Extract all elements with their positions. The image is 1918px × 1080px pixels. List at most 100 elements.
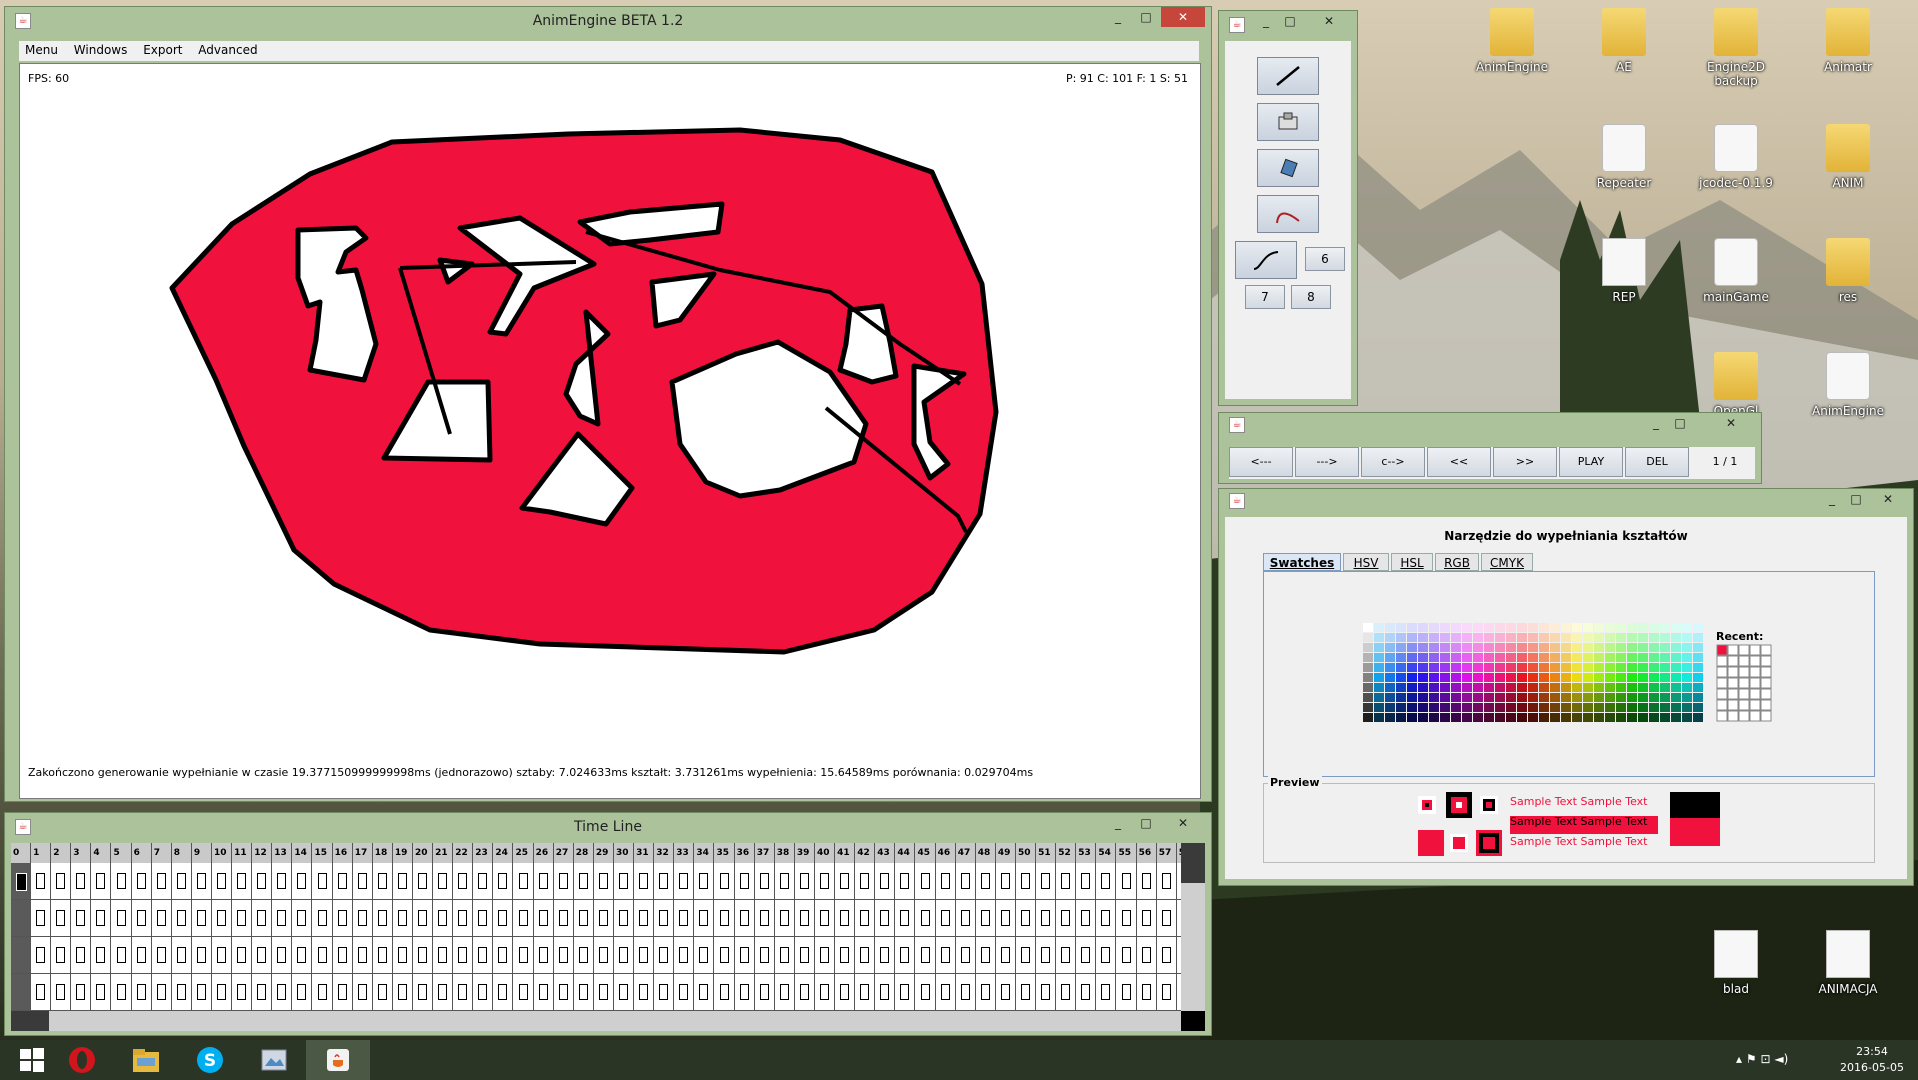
frame-cell[interactable]	[1036, 900, 1057, 936]
frame-cell[interactable]	[614, 900, 635, 936]
frame-cell[interactable]	[473, 937, 494, 973]
minimize-button[interactable]: _	[1105, 7, 1131, 27]
frame-cell[interactable]	[715, 937, 735, 973]
desktop-icon-ae[interactable]: AE	[1576, 8, 1672, 74]
swatch-cell[interactable]	[1583, 673, 1593, 682]
frame-cell[interactable]	[51, 900, 72, 936]
frame-cell[interactable]	[353, 974, 373, 1010]
frame-cell[interactable]	[735, 937, 755, 973]
swatch-cell[interactable]	[1363, 713, 1373, 722]
swatch-cell[interactable]	[1517, 693, 1527, 702]
frame-cell[interactable]	[192, 900, 212, 936]
frame-cell[interactable]	[252, 974, 273, 1010]
close-button[interactable]: ✕	[1161, 7, 1205, 27]
swatch-cell[interactable]	[1484, 643, 1494, 652]
swatch-cell[interactable]	[1550, 713, 1560, 722]
swatch-cell[interactable]	[1594, 653, 1604, 662]
swatch-cell[interactable]	[1506, 673, 1516, 682]
frame-cell[interactable]	[11, 863, 32, 899]
swatch-cell[interactable]	[1385, 643, 1395, 652]
swatch-cell[interactable]	[1583, 653, 1593, 662]
swatch-cell[interactable]	[1517, 643, 1527, 652]
swatch-cell[interactable]	[1561, 683, 1571, 692]
frame-cell[interactable]	[453, 937, 474, 973]
swatch-cell[interactable]	[1660, 663, 1670, 672]
delete-button[interactable]: DEL	[1625, 447, 1689, 477]
swatch-cell[interactable]	[1506, 693, 1516, 702]
swatch-cell[interactable]	[1693, 663, 1703, 672]
desktop-icon-res[interactable]: res	[1800, 238, 1896, 304]
swatch-cell[interactable]	[1572, 663, 1582, 672]
swatch-cell[interactable]	[1649, 703, 1659, 712]
swatch-cell[interactable]	[1671, 673, 1681, 682]
line-tool-button[interactable]	[1257, 57, 1319, 95]
swatch-cell[interactable]	[1374, 673, 1384, 682]
frame-cell[interactable]	[71, 863, 92, 899]
frame-cell[interactable]	[373, 863, 393, 899]
swatch-cell[interactable]	[1616, 663, 1626, 672]
flag-icon[interactable]: ⚑	[1746, 1052, 1757, 1066]
frame-cell[interactable]	[1056, 937, 1077, 973]
swatch-cell[interactable]	[1682, 643, 1692, 652]
swatch-cell[interactable]	[1561, 663, 1571, 672]
swatch-cell[interactable]	[1363, 633, 1373, 642]
swatch-cell[interactable]	[1506, 703, 1516, 712]
frame-cell[interactable]	[11, 900, 32, 936]
maximize-button[interactable]: □	[1133, 813, 1159, 833]
swatch-cell[interactable]	[1451, 623, 1461, 632]
frame-cell[interactable]	[353, 900, 373, 936]
frame-cell[interactable]	[936, 900, 956, 936]
frame-cell[interactable]	[614, 863, 635, 899]
taskbar-java-app[interactable]	[306, 1040, 370, 1080]
swatch-cell[interactable]	[1440, 693, 1450, 702]
swatch-cell[interactable]	[1561, 643, 1571, 652]
frame-cell[interactable]	[132, 900, 152, 936]
swatch-cell[interactable]	[1616, 683, 1626, 692]
tools-titlebar[interactable]: ☕ _ □ ✕	[1219, 11, 1357, 39]
swatch-cell[interactable]	[1561, 713, 1571, 722]
swatch-cell[interactable]	[1396, 703, 1406, 712]
frame-cell[interactable]	[1076, 900, 1097, 936]
swatch-cell[interactable]	[1660, 703, 1670, 712]
frame-cell[interactable]	[152, 863, 172, 899]
frame-cell[interactable]	[815, 863, 836, 899]
desktop-icon-animatr[interactable]: Animatr	[1800, 8, 1896, 74]
frame-cell[interactable]	[534, 937, 554, 973]
swatch-cell[interactable]	[1649, 643, 1659, 652]
horizontal-scrollbar[interactable]	[11, 1011, 1181, 1031]
swatch-cell[interactable]	[1495, 633, 1505, 642]
swatch-cell[interactable]	[1473, 643, 1483, 652]
frame-cell[interactable]	[554, 937, 574, 973]
swatch-cell[interactable]	[1550, 703, 1560, 712]
taskbar-opera[interactable]	[50, 1040, 114, 1080]
recent-color-cell[interactable]	[1749, 710, 1761, 722]
swatch-cell[interactable]	[1473, 673, 1483, 682]
swatch-cell[interactable]	[1671, 683, 1681, 692]
swatch-cell[interactable]	[1407, 683, 1417, 692]
frame-cell[interactable]	[292, 937, 313, 973]
frame-cell[interactable]	[594, 974, 614, 1010]
swatch-cell[interactable]	[1616, 713, 1626, 722]
recent-color-cell[interactable]	[1727, 699, 1739, 711]
swatch-cell[interactable]	[1418, 703, 1428, 712]
swatch-cell[interactable]	[1506, 653, 1516, 662]
frame-cell[interactable]	[393, 900, 413, 936]
swatch-cell[interactable]	[1583, 693, 1593, 702]
frame-cell[interactable]	[212, 863, 233, 899]
recent-color-cell[interactable]	[1716, 666, 1728, 678]
frame-cell[interactable]	[473, 900, 494, 936]
curve-tool-button[interactable]	[1257, 195, 1319, 233]
swatch-cell[interactable]	[1671, 693, 1681, 702]
frame-cell[interactable]	[1096, 937, 1117, 973]
menu-item-advanced[interactable]: Advanced	[192, 41, 263, 59]
desktop-icon-engine2d-backup[interactable]: Engine2D backup	[1688, 8, 1784, 88]
frame-cell[interactable]	[192, 863, 212, 899]
swatch-cell[interactable]	[1506, 633, 1516, 642]
swatch-cell[interactable]	[1451, 633, 1461, 642]
swatch-cell[interactable]	[1484, 673, 1494, 682]
scroll-thumb[interactable]	[11, 1011, 49, 1031]
swatch-cell[interactable]	[1495, 663, 1505, 672]
swatch-cell[interactable]	[1572, 623, 1582, 632]
swatch-cell[interactable]	[1495, 683, 1505, 692]
swatch-cell[interactable]	[1671, 653, 1681, 662]
